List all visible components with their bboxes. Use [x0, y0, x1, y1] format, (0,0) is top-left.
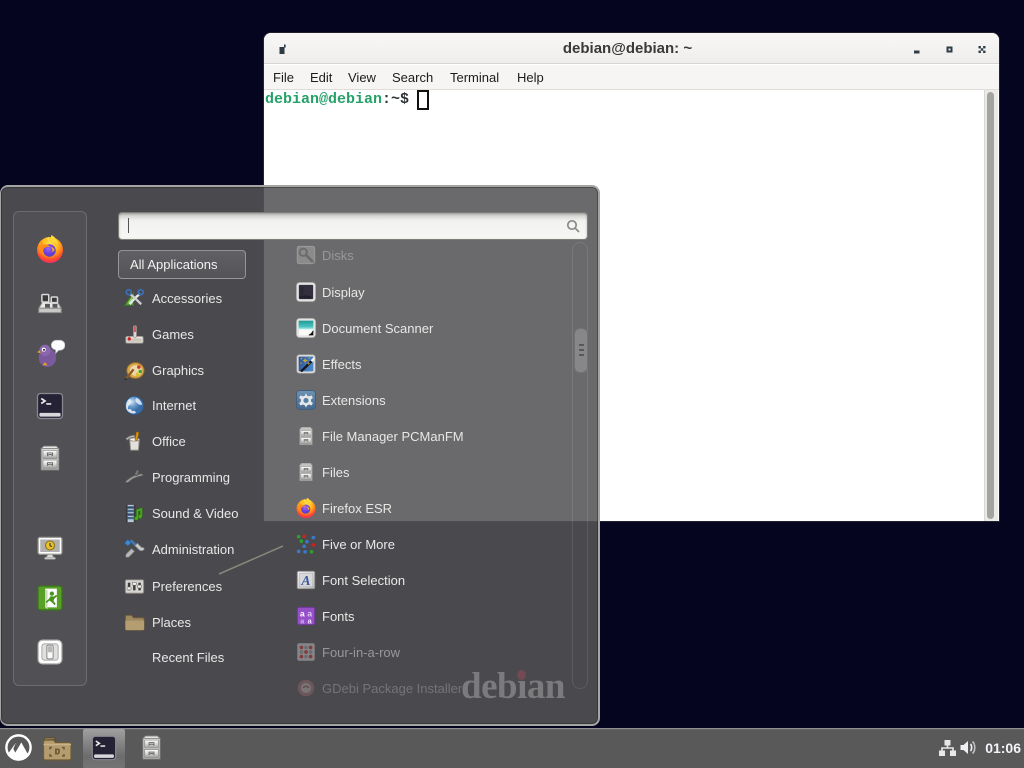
svg-text:A: A	[300, 573, 310, 588]
